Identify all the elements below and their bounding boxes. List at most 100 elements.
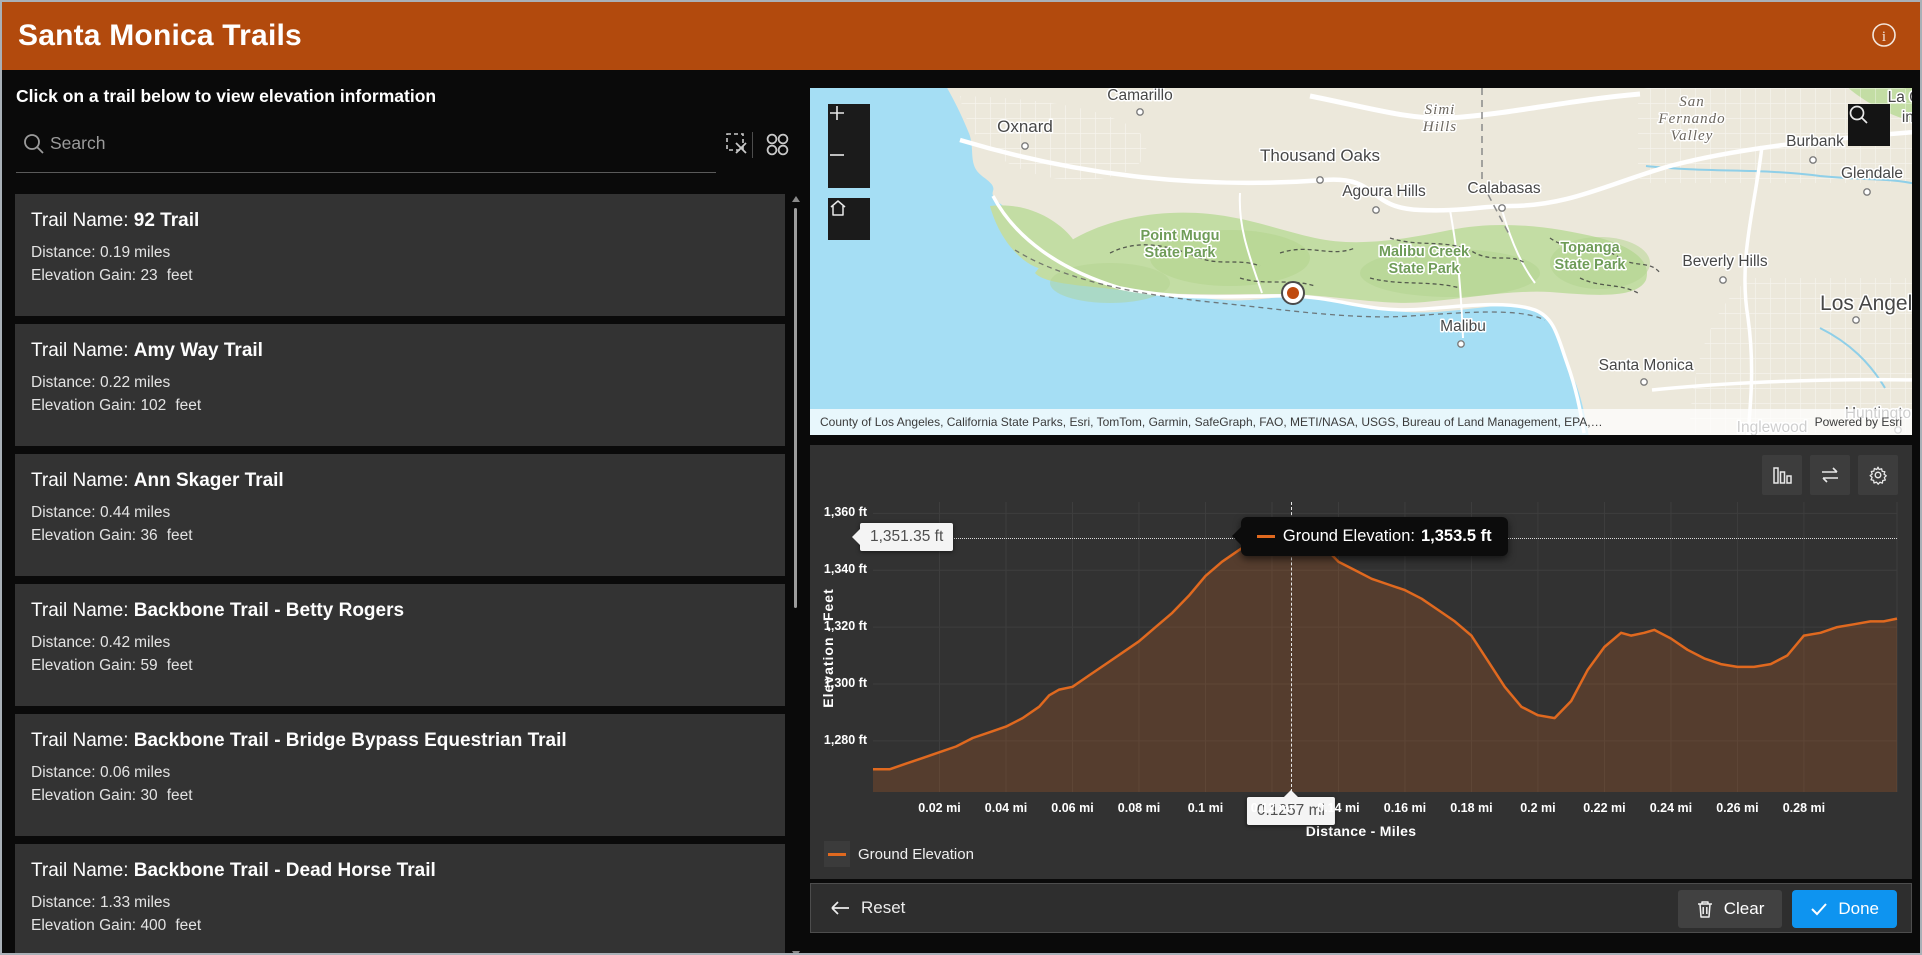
x-tick-label: 0.1 mi bbox=[1187, 801, 1224, 815]
icon-divider bbox=[752, 132, 753, 158]
gain-value: 400 bbox=[140, 917, 167, 934]
chart-type-button[interactable] bbox=[1762, 455, 1802, 495]
powered-by-esri: Powered by Esri bbox=[1814, 415, 1902, 429]
zoom-control bbox=[828, 104, 870, 188]
x-tick-label: 0.06 mi bbox=[1051, 801, 1094, 815]
chart-legend[interactable]: Ground Elevation bbox=[824, 841, 974, 867]
tooltip-series-label: Ground Elevation: bbox=[1282, 526, 1415, 545]
city-dot bbox=[1372, 206, 1380, 214]
y-tick-label: 1,300 ft bbox=[823, 675, 867, 690]
grid-view-button[interactable] bbox=[760, 128, 794, 162]
map-label: Burbank bbox=[1786, 133, 1844, 150]
y-value-tooltip: 1,351.35 ft bbox=[851, 522, 954, 551]
tooltip-value: 1,353.5 ft bbox=[1421, 526, 1492, 545]
map-label: Agoura Hills bbox=[1342, 183, 1426, 200]
trail-title: Trail Name: Backbone Trail - Dead Horse … bbox=[31, 860, 436, 882]
gain-unit: feet bbox=[175, 917, 202, 934]
info-circle-icon: i bbox=[1871, 22, 1897, 51]
instruction-text: Click on a trail below to view elevation… bbox=[16, 86, 437, 106]
scrollbar-thumb[interactable] bbox=[794, 208, 797, 608]
trail-list: Trail Name: 92 Trail Distance: 0.19 miles E… bbox=[2, 194, 785, 953]
trail-distance: Distance: 0.19 miles bbox=[31, 244, 170, 262]
map-label: Beverly Hills bbox=[1682, 253, 1768, 270]
distance-unit: miles bbox=[134, 244, 171, 261]
x-tick-label: 0.12 mi bbox=[1250, 801, 1294, 815]
distance-value: 0.22 bbox=[99, 374, 131, 391]
swap-axes-icon bbox=[1822, 467, 1838, 483]
deselect-button[interactable] bbox=[720, 128, 754, 162]
trail-elevation-gain: Elevation Gain: 400 feet bbox=[31, 917, 201, 935]
zoom-out-button[interactable] bbox=[828, 146, 870, 188]
trail-name: Amy Way Trail bbox=[133, 340, 263, 361]
settings-button[interactable] bbox=[1858, 455, 1898, 495]
gain-unit: feet bbox=[175, 397, 202, 414]
map-search-button[interactable] bbox=[1848, 104, 1890, 146]
legend-swatch bbox=[824, 841, 850, 867]
map-label: Thousand Oaks bbox=[1260, 146, 1380, 165]
distance-label: Distance: bbox=[31, 374, 96, 391]
x-tick-label: 0.2 mi bbox=[1520, 801, 1556, 815]
trail-label: Trail Name: bbox=[31, 340, 129, 361]
legend-label: Ground Elevation bbox=[858, 845, 974, 863]
trail-card[interactable]: Trail Name: Backbone Trail - Betty Roger… bbox=[15, 584, 785, 706]
trail-distance: Distance: 0.42 miles bbox=[31, 634, 170, 652]
done-label: Done bbox=[1838, 899, 1879, 918]
trail-card[interactable]: Trail Name: Backbone Trail - Dead Horse … bbox=[15, 844, 785, 953]
trash-icon bbox=[1697, 901, 1712, 918]
map-label: Calabasas bbox=[1467, 180, 1540, 197]
flip-axes-button[interactable] bbox=[1810, 455, 1850, 495]
search-input[interactable] bbox=[50, 124, 700, 162]
reset-label: Reset bbox=[861, 898, 906, 917]
trail-name: Backbone Trail - Betty Rogers bbox=[133, 600, 405, 621]
trail-elevation-gain: Elevation Gain: 23 feet bbox=[31, 267, 193, 285]
distance-unit: miles bbox=[134, 374, 171, 391]
city-dot bbox=[1316, 176, 1324, 184]
search-underline bbox=[16, 172, 716, 173]
reset-button[interactable]: Reset bbox=[829, 898, 905, 918]
scroll-down-arrow-icon[interactable] bbox=[792, 951, 800, 953]
trail-elevation-gain: Elevation Gain: 102 feet bbox=[31, 397, 201, 415]
map-label: Simi Hills bbox=[1422, 102, 1457, 135]
trail-card[interactable]: Trail Name: Amy Way Trail Distance: 0.22 m… bbox=[15, 324, 785, 446]
distance-label: Distance: bbox=[31, 634, 96, 651]
page-title: Santa Monica Trails bbox=[18, 19, 302, 52]
done-button[interactable]: Done bbox=[1792, 890, 1897, 928]
scroll-up-arrow-icon[interactable] bbox=[792, 196, 800, 202]
map-label: Topanga State Park bbox=[1555, 240, 1627, 273]
clear-button[interactable]: Clear bbox=[1677, 890, 1783, 928]
home-button[interactable] bbox=[828, 198, 870, 240]
distance-label: Distance: bbox=[31, 244, 96, 261]
gain-value: 36 bbox=[140, 527, 158, 544]
search-icon bbox=[22, 132, 46, 161]
grid-icon bbox=[763, 130, 791, 161]
x-tick-label: 0.18 mi bbox=[1450, 801, 1493, 815]
trail-card[interactable]: Trail Name: Ann Skager Trail Distance: 0.… bbox=[15, 454, 785, 576]
series-dash-icon bbox=[1256, 534, 1275, 538]
distance-value: 0.42 bbox=[99, 634, 131, 651]
map-attribution: County of Los Angeles, California State … bbox=[810, 409, 1912, 435]
city-dot bbox=[1457, 340, 1465, 348]
distance-label: Distance: bbox=[31, 504, 96, 521]
trail-name: Backbone Trail - Bridge Bypass Equestria… bbox=[133, 730, 567, 751]
trail-card[interactable]: Trail Name: 92 Trail Distance: 0.19 miles E… bbox=[15, 194, 785, 316]
x-tick-label: 0.26 mi bbox=[1716, 801, 1759, 815]
distance-value: 0.19 bbox=[99, 244, 131, 261]
x-axis-title: Distance - Miles bbox=[1305, 823, 1417, 839]
map-view[interactable]: Camarillo Oxnard Thousand Oaks Simi Hills Ago… bbox=[810, 88, 1912, 435]
info-button[interactable]: i bbox=[1862, 14, 1906, 58]
distance-label: Distance: bbox=[31, 894, 96, 911]
gain-unit: feet bbox=[166, 527, 193, 544]
elevation-tooltip: Ground Elevation: 1,353.5 ft bbox=[1231, 516, 1508, 556]
city-dot bbox=[1809, 156, 1817, 164]
map-label: Santa Monica bbox=[1599, 357, 1694, 374]
clear-label: Clear bbox=[1723, 899, 1765, 918]
zoom-in-button[interactable] bbox=[828, 104, 870, 146]
gain-value: 23 bbox=[140, 267, 158, 284]
sidebar-scrollbar[interactable] bbox=[790, 196, 802, 953]
trail-name: Ann Skager Trail bbox=[133, 470, 284, 491]
trail-card[interactable]: Trail Name: Backbone Trail - Bridge Bypa… bbox=[15, 714, 785, 836]
map-label: Oxnard bbox=[997, 117, 1053, 136]
gain-label: Elevation Gain: bbox=[31, 657, 137, 674]
distance-label: Distance: bbox=[31, 764, 96, 781]
city-dot bbox=[1498, 204, 1506, 212]
